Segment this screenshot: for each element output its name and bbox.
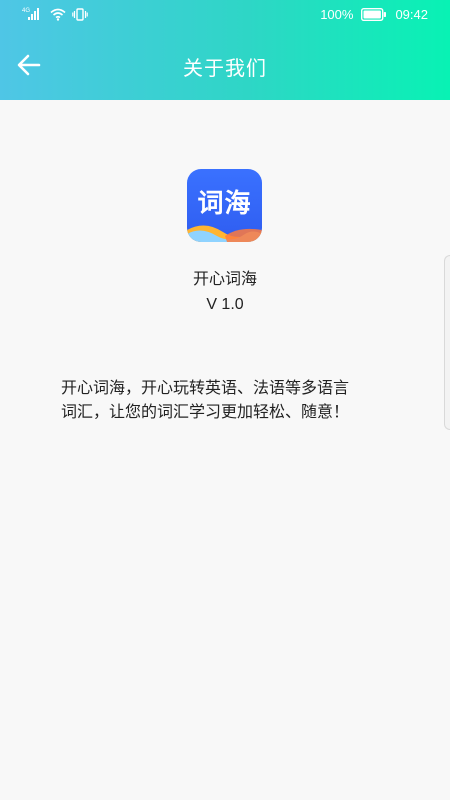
nav-bar: 关于我们 [0, 30, 450, 100]
app-logo: 词海 [187, 169, 262, 242]
status-bar: 4G 100% 09:42 [0, 0, 450, 30]
description-line-1: 开心词海，开心玩转英语、法语等多语言 [61, 378, 350, 397]
edge-swipe-handle[interactable] [444, 255, 450, 430]
status-right: 100% 09:42 [320, 7, 428, 22]
app-name: 开心词海 [192, 269, 257, 288]
app-version: V 1.0 [206, 296, 244, 313]
page-title: 关于我们 [183, 56, 267, 80]
battery-icon [361, 8, 387, 21]
status-time: 09:42 [395, 7, 428, 22]
app-logo-waves [187, 225, 262, 242]
header-bar: 4G 100% 09:42 关于我们 [0, 0, 450, 100]
network-label: 4G [22, 8, 30, 14]
app-logo-text: 词海 [197, 189, 252, 219]
wifi-icon [50, 8, 66, 21]
signal-icon: 4G [22, 7, 44, 21]
description-line-2: 词汇，让您的词汇学习更加轻松、随意！ [61, 402, 350, 421]
vibrate-icon [72, 7, 88, 21]
app-description: 开心词海，开心玩转英语、法语等多语言 词汇，让您的词汇学习更加轻松、随意！ [61, 376, 396, 424]
battery-percent: 100% [320, 7, 354, 22]
status-left: 4G [22, 7, 88, 21]
